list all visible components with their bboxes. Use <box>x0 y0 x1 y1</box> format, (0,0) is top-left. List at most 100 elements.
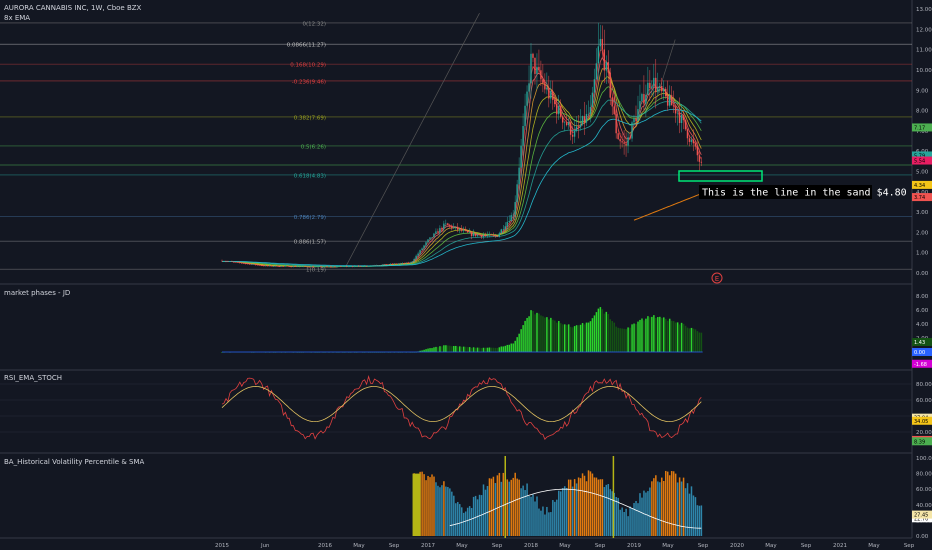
hv-tick-label: 0.00 <box>916 534 929 540</box>
phase-bar <box>615 326 617 352</box>
hv-bar <box>540 510 542 536</box>
hv-bar <box>530 496 532 536</box>
time-axis[interactable]: 2015 Jun 2016 May Sep 2017 May Sep 2018 May Sep 201… <box>215 543 915 549</box>
candle-body <box>488 234 491 236</box>
candle-body <box>298 266 300 267</box>
hv-bar <box>663 480 665 536</box>
candle-body <box>605 62 607 71</box>
fib-level-label: -0.236(9.46) <box>292 79 326 85</box>
phase-bar <box>629 327 631 352</box>
candle-body <box>334 266 336 268</box>
hv-bar <box>567 479 570 536</box>
phase-bar <box>690 327 693 352</box>
time-tick-label: May <box>868 543 880 549</box>
candle-body <box>338 266 340 267</box>
phase-bar <box>591 318 594 352</box>
phase-bar <box>516 337 518 352</box>
candle-body <box>439 228 441 233</box>
candle-body <box>510 215 512 222</box>
phase-tag-label: 0.00 <box>914 350 925 356</box>
candle-body <box>476 234 479 236</box>
time-tick-label: May <box>765 543 777 549</box>
phase-bar <box>686 327 689 352</box>
hv-bar <box>571 486 574 536</box>
phase-bar <box>666 320 669 352</box>
price-tick-label: 10.00 <box>916 68 932 74</box>
candle-body <box>676 112 679 114</box>
candle-body <box>393 263 396 265</box>
candle-body <box>407 262 409 264</box>
candle-body <box>441 228 443 229</box>
candle-body <box>367 266 370 267</box>
candle-body <box>498 233 501 237</box>
candle-body <box>409 262 411 264</box>
phase-bar <box>569 326 572 352</box>
time-tick-label: May <box>559 543 571 549</box>
phase-bar <box>524 320 526 352</box>
price-tag-label: 7.17 <box>914 125 925 131</box>
phase-bar <box>455 345 457 352</box>
hv-bar <box>433 476 435 536</box>
hv-bar <box>556 499 558 536</box>
phase-bar <box>431 348 433 352</box>
rsi-tag-label: 34.05 <box>914 419 928 425</box>
phase-bar <box>522 325 524 352</box>
candle-body <box>575 126 578 131</box>
phase-bar <box>605 311 608 352</box>
chart-area[interactable]: 0(12.32) 0.0866(11.27) 0.168(10.29) -0.236(… <box>0 0 932 550</box>
phase-bar <box>684 325 687 352</box>
price-tag-label: 5.54 <box>914 159 925 165</box>
candle-body <box>365 265 368 267</box>
hv-bar <box>464 511 467 536</box>
candle-body <box>686 129 689 139</box>
hv-bar <box>690 486 693 536</box>
phase-bar <box>645 318 647 352</box>
hv-bar <box>449 488 451 536</box>
hv-bar <box>637 503 639 536</box>
candle-body <box>245 263 247 265</box>
phase-bar <box>425 349 427 352</box>
candle-body <box>284 265 287 267</box>
candle-body <box>682 115 685 121</box>
candle-body <box>546 87 548 90</box>
candle-body <box>490 234 493 236</box>
candle-body <box>431 237 433 238</box>
candle-body <box>373 265 376 267</box>
candle-body <box>571 134 574 137</box>
candle-body <box>417 253 419 256</box>
hv-bar <box>548 512 550 536</box>
time-tick-label: May <box>456 543 468 549</box>
hv-bar <box>629 506 631 536</box>
hv-bar <box>627 516 629 536</box>
hv-bar <box>676 482 679 536</box>
candle-body <box>657 87 659 92</box>
phase-bar <box>674 322 677 352</box>
candle-body <box>278 266 281 267</box>
hv-bar <box>591 473 594 536</box>
candle-body <box>647 82 649 95</box>
time-tick-label: 2016 <box>318 543 332 549</box>
time-tick-label: Sep <box>801 543 812 549</box>
phase-bar <box>639 319 641 352</box>
candle-body <box>532 53 534 58</box>
candle-body <box>262 265 265 267</box>
hv-bar <box>443 481 445 536</box>
candle-body <box>447 223 449 225</box>
candle-body <box>266 265 269 267</box>
phase-bar <box>635 324 637 352</box>
time-tick-label: Sep <box>904 543 915 549</box>
hv-bar <box>647 491 649 536</box>
candle-body <box>526 91 528 106</box>
candle-body <box>494 235 497 237</box>
candle-body <box>435 231 437 234</box>
candle-body <box>573 130 576 137</box>
candle-body <box>542 79 544 84</box>
candle-body <box>403 263 405 264</box>
candle-body <box>304 266 306 267</box>
candle-body <box>484 235 487 237</box>
phase-bar <box>429 348 431 352</box>
rsi-tick-label: 20.00 <box>916 430 932 436</box>
hv-bar <box>496 475 499 536</box>
price-tick-label: 13.00 <box>916 7 932 13</box>
fib-level-label: 1(0.19) <box>306 268 326 274</box>
